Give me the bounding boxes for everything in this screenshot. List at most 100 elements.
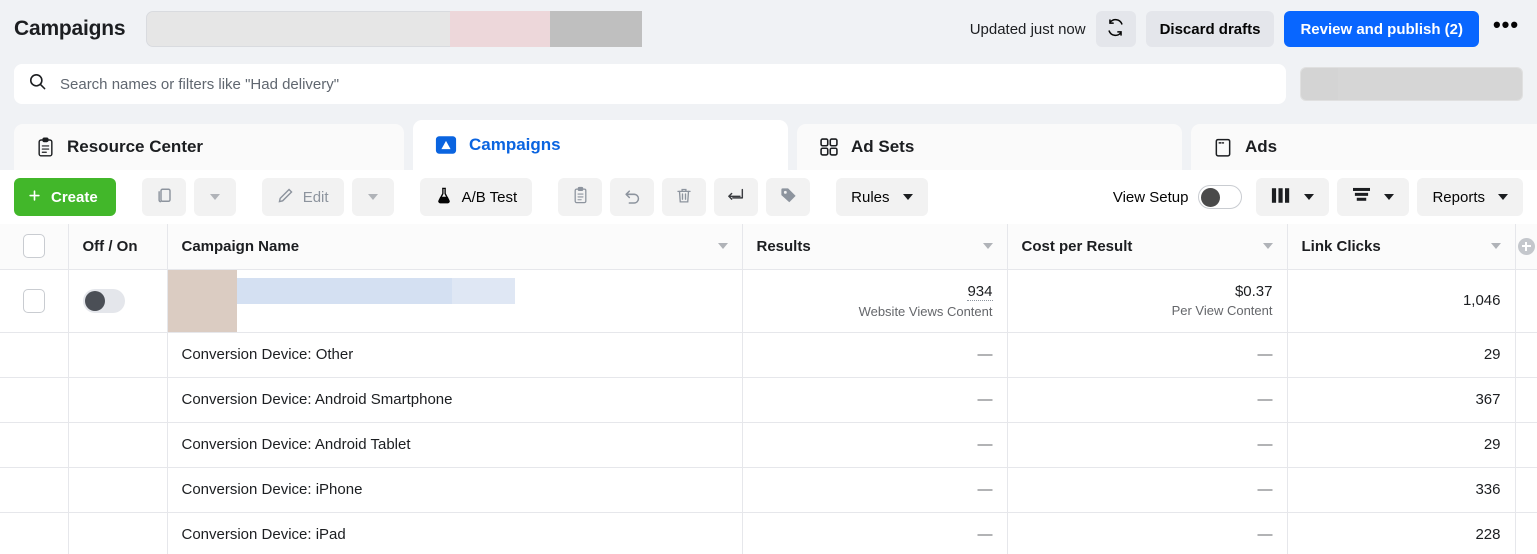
link-clicks-cell: 336 bbox=[1287, 467, 1516, 513]
edit-button[interactable]: Edit bbox=[261, 178, 344, 216]
tab-ads[interactable]: Ads bbox=[1191, 124, 1537, 170]
header-campaign-name[interactable]: Campaign Name bbox=[167, 224, 743, 270]
search-input[interactable] bbox=[60, 75, 1272, 93]
tab-campaigns[interactable]: Campaigns bbox=[413, 120, 788, 170]
search-icon bbox=[28, 72, 47, 96]
column-label: Off / On bbox=[82, 237, 138, 255]
results-cell: 934 Website Views Content bbox=[742, 269, 1008, 333]
undo-button[interactable] bbox=[610, 178, 655, 216]
rules-button[interactable]: Rules bbox=[836, 178, 928, 216]
header-add-column[interactable] bbox=[1515, 224, 1537, 270]
table-row[interactable]: Conversion Device: Other — — 29 bbox=[0, 332, 1537, 378]
tag-button[interactable] bbox=[766, 178, 811, 216]
table-header: Off / On Campaign Name Results Cost per … bbox=[0, 224, 1537, 270]
columns-button[interactable] bbox=[1256, 178, 1330, 216]
create-label: Create bbox=[51, 188, 98, 206]
row-select-cell[interactable] bbox=[0, 422, 69, 468]
ab-test-button[interactable]: A/B Test bbox=[419, 178, 533, 216]
redacted-filter-area[interactable] bbox=[1300, 67, 1523, 101]
row-toggle-cell bbox=[68, 377, 168, 423]
redacted-account-selector[interactable] bbox=[146, 11, 643, 47]
row-end-cell bbox=[1515, 269, 1537, 333]
refresh-button[interactable] bbox=[1095, 11, 1136, 47]
tab-ad-sets[interactable]: Ad Sets bbox=[797, 124, 1182, 170]
cost-per-result-cell: — bbox=[1007, 377, 1288, 423]
row-checkbox[interactable] bbox=[22, 288, 45, 313]
export-arrows-icon bbox=[726, 186, 746, 208]
edit-dropdown-button[interactable] bbox=[351, 178, 394, 216]
link-clicks-cell: 29 bbox=[1287, 332, 1516, 378]
header-link-clicks[interactable]: Link Clicks bbox=[1287, 224, 1516, 270]
duplicate-icon bbox=[155, 187, 173, 208]
plus-circle-icon[interactable] bbox=[1517, 237, 1535, 255]
more-options-button[interactable]: ••• bbox=[1489, 11, 1523, 47]
tab-label: Ads bbox=[1245, 137, 1278, 156]
cost-per-result-cell: — bbox=[1007, 332, 1288, 378]
chevron-down-icon[interactable] bbox=[717, 243, 728, 250]
results-cell: — bbox=[742, 377, 1008, 423]
chevron-down-icon[interactable] bbox=[1490, 243, 1501, 250]
chevron-down-icon[interactable] bbox=[982, 243, 993, 250]
table-body: 934 Website Views Content $0.37 Per View… bbox=[0, 269, 1537, 554]
toggle-knob bbox=[1201, 187, 1221, 207]
chevron-down-icon bbox=[367, 194, 378, 200]
table-row[interactable]: Conversion Device: Android Tablet — — 29 bbox=[0, 422, 1537, 468]
campaign-on-off-toggle[interactable] bbox=[82, 288, 125, 313]
table-row[interactable]: Conversion Device: Android Smartphone — … bbox=[0, 377, 1537, 423]
header-cost-per-result[interactable]: Cost per Result bbox=[1007, 224, 1288, 270]
columns-icon bbox=[1271, 187, 1291, 208]
row-end-cell bbox=[1515, 332, 1537, 378]
chevron-down-icon bbox=[209, 194, 220, 200]
link-clicks-cell: 29 bbox=[1287, 422, 1516, 468]
row-toggle-cell bbox=[68, 422, 168, 468]
header-results[interactable]: Results bbox=[742, 224, 1008, 270]
plus-icon bbox=[27, 188, 42, 207]
table-row[interactable]: Conversion Device: iPad — — 228 bbox=[0, 512, 1537, 554]
select-all-checkbox[interactable] bbox=[22, 234, 45, 259]
header-select-all[interactable] bbox=[0, 224, 69, 270]
search-box[interactable] bbox=[14, 64, 1286, 104]
row-select-cell[interactable] bbox=[0, 377, 69, 423]
create-button[interactable]: Create bbox=[14, 178, 116, 216]
action-toolbar: Create Edit A/B Test Rules View Setup Re… bbox=[0, 170, 1537, 224]
table-row[interactable]: 934 Website Views Content $0.37 Per View… bbox=[0, 269, 1537, 333]
row-toggle-cell bbox=[68, 467, 168, 513]
header-row: Off / On Campaign Name Results Cost per … bbox=[0, 224, 1537, 270]
cost-per-result-cell: $0.37 Per View Content bbox=[1007, 269, 1288, 333]
view-setup-control[interactable]: View Setup bbox=[1113, 185, 1243, 209]
breakdown-name-cell: Conversion Device: iPad bbox=[167, 512, 743, 554]
tab-resource-center[interactable]: Resource Center bbox=[14, 124, 404, 170]
duplicate-dropdown-button[interactable] bbox=[193, 178, 236, 216]
row-toggle-cell[interactable] bbox=[68, 269, 168, 333]
discard-drafts-button[interactable]: Discard drafts bbox=[1145, 11, 1275, 47]
duplicate-button[interactable] bbox=[141, 178, 186, 216]
row-select-cell[interactable] bbox=[0, 332, 69, 378]
reports-label: Reports bbox=[1432, 188, 1485, 206]
table-row[interactable]: Conversion Device: iPhone — — 336 bbox=[0, 467, 1537, 513]
export-button[interactable] bbox=[714, 178, 759, 216]
column-label: Link Clicks bbox=[1301, 237, 1381, 255]
header-off-on[interactable]: Off / On bbox=[68, 224, 168, 270]
chevron-down-icon[interactable] bbox=[1262, 243, 1273, 250]
breakdown-name-cell: Conversion Device: iPhone bbox=[167, 467, 743, 513]
row-select-cell[interactable] bbox=[0, 467, 69, 513]
row-select-cell[interactable] bbox=[0, 512, 69, 554]
link-clicks-cell: 228 bbox=[1287, 512, 1516, 554]
row-select-cell[interactable] bbox=[0, 269, 69, 333]
breakdown-name-cell: Conversion Device: Android Tablet bbox=[167, 422, 743, 468]
row-toggle-cell bbox=[68, 332, 168, 378]
link-clicks-cell: 367 bbox=[1287, 377, 1516, 423]
chevron-down-icon bbox=[1384, 194, 1395, 200]
breakdown-button[interactable] bbox=[1337, 178, 1410, 216]
updated-status: Updated just now bbox=[969, 20, 1086, 38]
view-setup-toggle[interactable] bbox=[1198, 185, 1243, 209]
breakdown-name-cell: Conversion Device: Other bbox=[167, 332, 743, 378]
paste-button[interactable] bbox=[558, 178, 603, 216]
ad-window-icon bbox=[1213, 137, 1233, 158]
link-clicks-cell: 1,046 bbox=[1287, 269, 1516, 333]
campaign-name-cell[interactable] bbox=[167, 269, 743, 333]
row-end-cell bbox=[1515, 377, 1537, 423]
delete-button[interactable] bbox=[662, 178, 707, 216]
review-and-publish-button[interactable]: Review and publish (2) bbox=[1284, 11, 1479, 47]
reports-button[interactable]: Reports bbox=[1417, 178, 1523, 216]
